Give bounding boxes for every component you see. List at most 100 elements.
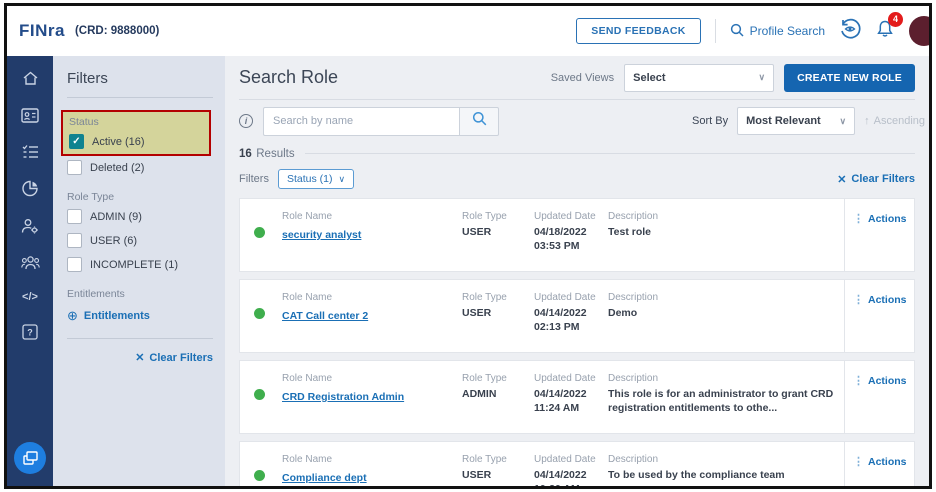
app-window: FINra (CRD: 9888000) SEND FEEDBACK Profi… — [4, 3, 932, 489]
checkbox-incomplete[interactable]: INCOMPLETE (1) — [67, 257, 213, 272]
actions-label: Actions — [868, 294, 907, 306]
role-type-cell: Role Type ADMIN — [462, 373, 534, 433]
search-row: i Sort By Most Relevant ∨ — [239, 100, 915, 142]
checkbox-deleted-label: Deleted (2) — [90, 162, 144, 174]
finra-logo: FINra — [19, 21, 65, 41]
notifications-bell[interactable]: 4 — [875, 19, 895, 44]
actions-label: Actions — [868, 375, 907, 387]
search-input[interactable] — [263, 107, 459, 136]
filters-panel: Filters Status ✓ Active (16) Deleted (2)… — [53, 56, 225, 486]
topbar-divider — [715, 19, 716, 43]
updated-date-header: Updated Date — [534, 211, 608, 222]
checkbox-deleted[interactable]: Deleted (2) — [67, 160, 213, 175]
role-type-cell: Role Type USER — [462, 211, 534, 271]
checkbox-checked-icon[interactable]: ✓ — [69, 134, 84, 149]
role-name-cell: Role Name Compliance dept — [282, 454, 462, 486]
code-icon[interactable]: </> — [22, 291, 38, 303]
left-nav-rail: </> ? — [7, 56, 53, 486]
create-new-role-button[interactable]: CREATE NEW ROLE — [784, 64, 915, 92]
results-label: Results — [256, 148, 294, 160]
actions-button[interactable]: ⋮ Actions — [853, 293, 914, 306]
description-header: Description — [608, 373, 838, 384]
checkbox-incomplete-label: INCOMPLETE (1) — [90, 259, 178, 271]
role-row: Role Name Compliance dept Role Type USER… — [239, 441, 915, 486]
send-feedback-button[interactable]: SEND FEEDBACK — [576, 18, 700, 44]
panel-clear-filters-link[interactable]: ✕ Clear Filters — [135, 351, 213, 364]
contact-card-icon[interactable] — [21, 108, 39, 123]
info-icon: i — [239, 114, 253, 128]
checkbox-unchecked-icon[interactable] — [67, 160, 82, 175]
checkbox-unchecked-icon[interactable] — [67, 233, 82, 248]
role-name-cell: Role Name CAT Call center 2 — [282, 292, 462, 352]
home-icon[interactable] — [22, 70, 39, 87]
role-name-link[interactable]: Compliance dept — [282, 472, 367, 484]
active-status-dot — [254, 389, 265, 400]
status-filter-chip[interactable]: Status (1) ∨ — [278, 169, 354, 189]
help-icon[interactable]: ? — [22, 324, 38, 340]
updated-time-value: 03:53 PM — [534, 239, 608, 253]
updated-date-header: Updated Date — [534, 373, 608, 384]
role-type-cell: Role Type USER — [462, 292, 534, 352]
multi-window-button[interactable] — [14, 442, 46, 474]
updated-date-value: 04/14/2022 — [534, 306, 608, 320]
role-row: Role Name CAT Call center 2 Role Type US… — [239, 279, 915, 353]
close-icon: ✕ — [837, 173, 846, 186]
actions-button[interactable]: ⋮ Actions — [853, 455, 914, 468]
role-name-link[interactable]: CRD Registration Admin — [282, 391, 404, 403]
entitlements-link-label: Entitlements — [84, 310, 150, 322]
actions-cell: ⋮ Actions — [844, 199, 914, 271]
search-icon — [472, 111, 487, 131]
role-name-cell: Role Name security analyst — [282, 211, 462, 271]
results-row: 16 Results — [239, 142, 915, 164]
role-name-link[interactable]: security analyst — [282, 229, 361, 241]
checklist-icon[interactable] — [22, 144, 39, 159]
role-type-cell: Role Type USER — [462, 454, 534, 486]
panel-clear-filters-label: Clear Filters — [149, 352, 213, 364]
description-header: Description — [608, 211, 838, 222]
checkbox-active[interactable]: ✓ Active (16) — [69, 134, 203, 149]
saved-views-label: Saved Views — [551, 72, 614, 84]
search-icon — [730, 23, 744, 40]
status-chip-label: Status (1) — [287, 173, 333, 185]
checkbox-user[interactable]: USER (6) — [67, 233, 213, 248]
updated-date-cell: Updated Date 04/14/2022 02:13 PM — [534, 292, 608, 352]
description-cell: Description This role is for an administ… — [608, 373, 838, 433]
actions-label: Actions — [868, 456, 907, 468]
active-status-dot — [254, 227, 265, 238]
applied-filters-label: Filters — [239, 173, 269, 185]
actions-button[interactable]: ⋮ Actions — [853, 212, 914, 225]
clear-filters-link[interactable]: ✕ Clear Filters — [837, 173, 915, 186]
updated-date-header: Updated Date — [534, 292, 608, 303]
sort-select[interactable]: Most Relevant ∨ — [737, 107, 855, 135]
search-button[interactable] — [459, 107, 499, 136]
pie-chart-icon[interactable] — [22, 180, 39, 197]
checkbox-unchecked-icon[interactable] — [67, 209, 82, 224]
checkbox-admin[interactable]: ADMIN (9) — [67, 209, 213, 224]
saved-views-select[interactable]: Select ∨ — [624, 64, 774, 92]
role-name-header: Role Name — [282, 211, 462, 222]
role-type-header: Role Type — [462, 292, 534, 303]
user-avatar[interactable] — [909, 16, 932, 46]
user-settings-icon[interactable] — [21, 218, 39, 234]
svg-text:?: ? — [27, 328, 33, 338]
description-value: Test role — [608, 225, 838, 239]
chevron-down-icon: ∨ — [338, 174, 345, 185]
active-status-dot — [254, 470, 265, 481]
entitlements-section-label: Entitlements — [67, 288, 213, 300]
close-icon: ✕ — [135, 351, 144, 364]
actions-button[interactable]: ⋮ Actions — [853, 374, 914, 387]
role-name-link[interactable]: CAT Call center 2 — [282, 310, 368, 322]
role-type-value: USER — [462, 225, 534, 239]
role-type-value: USER — [462, 468, 534, 482]
description-value: Demo — [608, 306, 838, 320]
user-group-icon[interactable] — [21, 255, 40, 270]
history-view-icon[interactable] — [839, 18, 861, 45]
sort-direction-toggle[interactable]: ↑ Ascending — [864, 115, 925, 127]
checkbox-unchecked-icon[interactable] — [67, 257, 82, 272]
profile-search-link[interactable]: Profile Search — [730, 23, 825, 40]
status-section-label: Status — [69, 116, 203, 128]
page-title: Search Role — [239, 67, 338, 88]
updated-date-value: 04/18/2022 — [534, 225, 608, 239]
entitlements-link[interactable]: ⊕ Entitlements — [67, 308, 213, 324]
actions-cell: ⋮ Actions — [844, 280, 914, 352]
